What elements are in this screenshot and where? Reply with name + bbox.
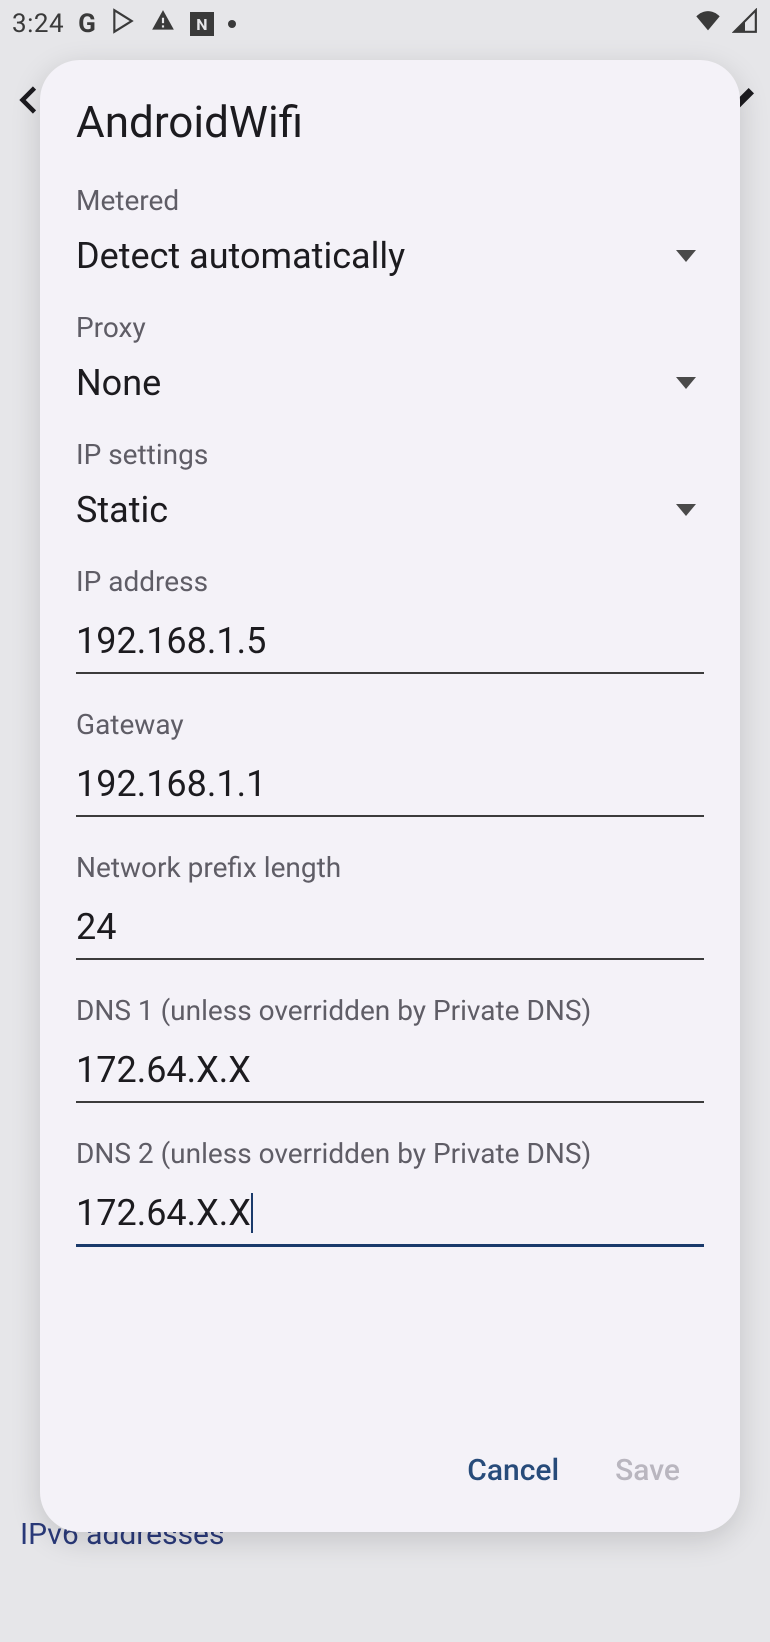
metered-label: Metered	[76, 184, 704, 217]
ip-settings-label: IP settings	[76, 438, 704, 471]
wifi-edit-dialog: AndroidWifi Metered Detect automatically…	[40, 60, 740, 1532]
cell-signal-icon	[732, 8, 758, 41]
dns1-label: DNS 1 (unless overridden by Private DNS)	[76, 994, 704, 1027]
status-bar: 3:24 G N	[0, 0, 770, 48]
dns2-value: 172.64.X.X	[76, 1192, 251, 1234]
ip-settings-field: IP settings Static	[76, 438, 704, 531]
proxy-field: Proxy None	[76, 311, 704, 404]
status-time: 3:24	[12, 9, 64, 39]
prefix-length-label: Network prefix length	[76, 851, 704, 884]
gateway-label: Gateway	[76, 708, 704, 741]
prefix-length-input[interactable]	[76, 902, 704, 952]
dns2-label: DNS 2 (unless overridden by Private DNS)	[76, 1137, 704, 1170]
ip-address-field: IP address	[76, 565, 704, 674]
dns1-input[interactable]	[76, 1045, 704, 1095]
gateway-input[interactable]	[76, 759, 704, 809]
prefix-length-field: Network prefix length	[76, 851, 704, 960]
dialog-buttons: Cancel Save	[76, 1425, 704, 1512]
metered-value: Detect automatically	[76, 235, 405, 277]
ip-address-label: IP address	[76, 565, 704, 598]
proxy-label: Proxy	[76, 311, 704, 344]
ip-address-input[interactable]	[76, 616, 704, 666]
google-icon: G	[78, 9, 96, 39]
cancel-button[interactable]: Cancel	[463, 1445, 563, 1496]
metered-field: Metered Detect automatically	[76, 184, 704, 277]
ip-settings-dropdown[interactable]: Static	[76, 489, 704, 531]
proxy-dropdown[interactable]: None	[76, 362, 704, 404]
dropdown-caret-icon	[676, 504, 696, 516]
text-cursor-icon	[251, 1193, 253, 1233]
gateway-field: Gateway	[76, 708, 704, 817]
more-notifications-icon	[228, 20, 236, 28]
dns2-field: DNS 2 (unless overridden by Private DNS)…	[76, 1137, 704, 1247]
wifi-icon	[694, 7, 722, 42]
warning-icon	[150, 8, 176, 41]
ip-settings-value: Static	[76, 489, 168, 531]
save-button[interactable]: Save	[611, 1445, 684, 1496]
play-store-icon	[110, 8, 136, 41]
dialog-title: AndroidWifi	[76, 96, 704, 148]
proxy-value: None	[76, 362, 161, 404]
dialog-content: Metered Detect automatically Proxy None …	[76, 184, 704, 1425]
app-badge-icon: N	[190, 12, 214, 36]
dropdown-caret-icon	[676, 377, 696, 389]
dns1-field: DNS 1 (unless overridden by Private DNS)	[76, 994, 704, 1103]
status-right	[694, 7, 758, 42]
dropdown-caret-icon	[676, 250, 696, 262]
metered-dropdown[interactable]: Detect automatically	[76, 235, 704, 277]
dns2-input[interactable]: 172.64.X.X	[76, 1188, 704, 1247]
status-left: 3:24 G N	[12, 8, 236, 41]
